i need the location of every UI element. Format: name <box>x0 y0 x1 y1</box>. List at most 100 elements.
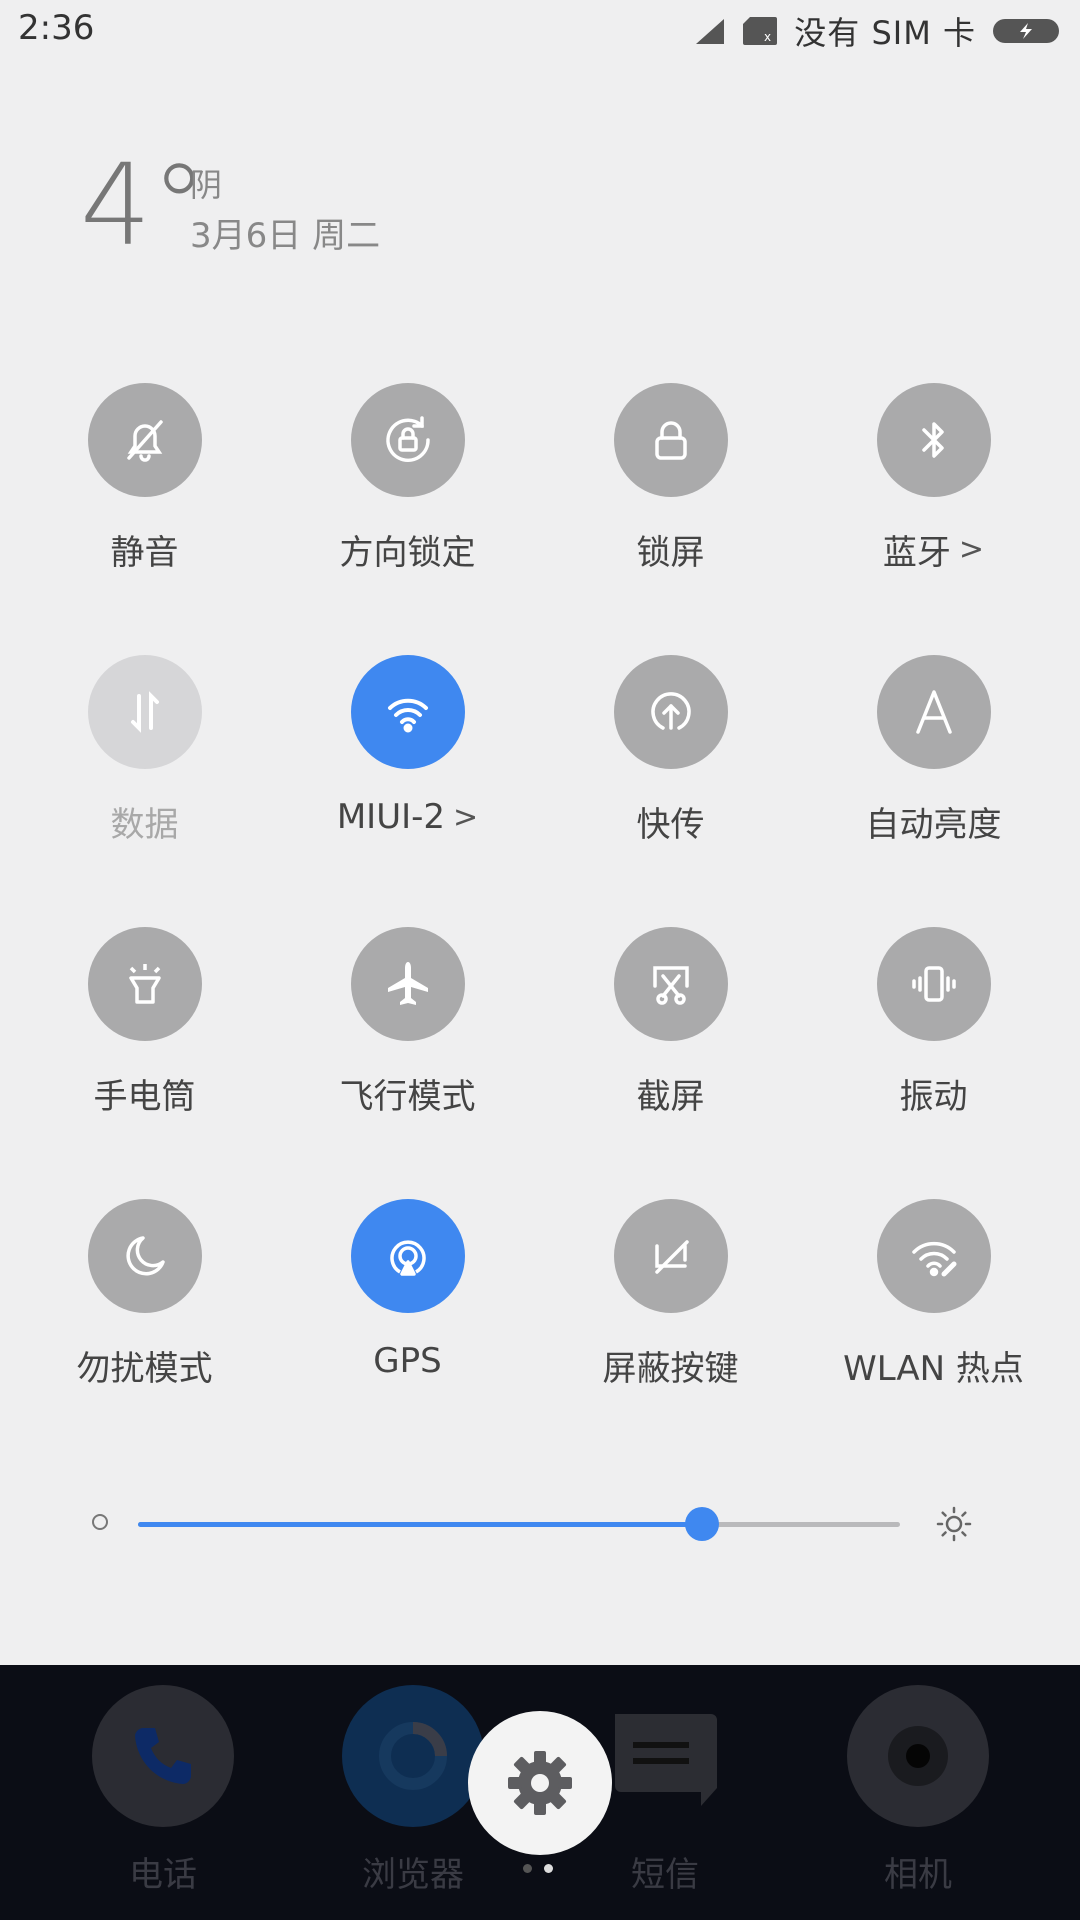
toggle-label: 手电筒 <box>93 1077 196 1117</box>
toggle-bluetooth[interactable]: 蓝牙 > <box>802 383 1065 583</box>
battery-charging-icon <box>993 19 1059 43</box>
dock-label: 浏览器 <box>362 1855 464 1895</box>
brightness-low-icon <box>92 1514 108 1530</box>
toggle-label: 自动亮度 <box>865 805 1002 845</box>
gear-icon <box>508 1751 572 1815</box>
toggle-circle[interactable] <box>350 927 465 1041</box>
dock-app-phone[interactable]: 电话 <box>88 1685 238 1896</box>
airplane-icon <box>387 962 428 1005</box>
message-icon[interactable] <box>594 1685 736 1827</box>
toggle-circle[interactable] <box>613 927 728 1041</box>
dock-app-messages[interactable]: 短信 <box>590 1685 740 1896</box>
toggle-label: 飞行模式 <box>339 1077 476 1117</box>
rotation-lock-icon <box>385 416 430 462</box>
toggle-hotspot[interactable]: WLAN 热点 <box>802 1199 1065 1399</box>
toggle-label: 蓝牙 > <box>882 532 985 573</box>
temperature: 4° <box>80 141 208 271</box>
toggle-quick-share[interactable]: 快传 <box>539 655 802 855</box>
toggle-label: 锁屏 <box>636 533 705 573</box>
chevron-right-icon: > <box>958 532 985 567</box>
toggle-circle[interactable] <box>87 383 202 497</box>
toggle-circle[interactable] <box>876 927 991 1041</box>
toggle-circle[interactable] <box>87 1199 202 1313</box>
toggle-wifi[interactable]: MIUI-2 > <box>276 655 539 855</box>
flashlight-icon <box>128 964 161 1004</box>
moon-icon <box>125 1236 165 1276</box>
toggle-label: MIUI-2 > <box>336 797 479 837</box>
toggle-gps[interactable]: GPS <box>276 1199 539 1399</box>
brightness-fill <box>138 1522 702 1527</box>
toggle-circle[interactable] <box>613 383 728 497</box>
dock-app-camera[interactable]: 相机 <box>843 1685 993 1896</box>
toggle-circle[interactable] <box>350 1199 465 1313</box>
toggle-flashlight[interactable]: 手电筒 <box>13 927 276 1127</box>
status-time: 2:36 <box>18 8 95 48</box>
page-indicator <box>523 1864 553 1873</box>
toggle-label: 屏蔽按键 <box>602 1349 739 1389</box>
toggle-label: 振动 <box>899 1077 968 1117</box>
wifi-icon <box>387 698 428 733</box>
toggle-circle[interactable] <box>87 655 202 769</box>
toggle-circle[interactable] <box>613 655 728 769</box>
carrier-text: 没有 SIM 卡 <box>794 14 976 52</box>
svg-text:x: x <box>764 30 771 44</box>
toggle-vibrate[interactable]: 振动 <box>802 927 1065 1127</box>
brightness-track[interactable] <box>138 1507 900 1541</box>
weather-date: 3月6日 周二 <box>190 216 381 256</box>
toggle-circle[interactable] <box>876 383 991 497</box>
dock-label: 相机 <box>884 1855 952 1895</box>
share-upload-icon <box>650 692 691 730</box>
lock-icon <box>654 421 687 460</box>
brightness-slider[interactable] <box>92 1504 972 1544</box>
status-bar: 2:36 x 没有 SIM 卡 <box>0 0 1080 62</box>
page-dot <box>523 1864 532 1873</box>
toggle-circle[interactable] <box>876 1199 991 1313</box>
brightness-high-icon <box>936 1506 972 1542</box>
toggle-circle[interactable] <box>87 927 202 1041</box>
brightness-thumb[interactable] <box>684 1507 719 1541</box>
screenshot-icon <box>652 966 689 1005</box>
toggle-auto-brightness[interactable]: 自动亮度 <box>802 655 1065 855</box>
gps-icon <box>389 1240 426 1276</box>
toggle-silent[interactable]: 静音 <box>13 383 276 583</box>
dock-label: 电话 <box>129 1855 197 1895</box>
signal-icon <box>696 19 725 44</box>
toggle-block-keys[interactable]: 屏蔽按键 <box>539 1199 802 1399</box>
browser-icon[interactable] <box>342 1685 484 1827</box>
toggle-screenshot[interactable]: 截屏 <box>539 927 802 1127</box>
camera-icon[interactable] <box>847 1685 989 1827</box>
page-dot-active <box>544 1864 553 1873</box>
toggle-circle[interactable] <box>613 1199 728 1313</box>
toggle-label: GPS <box>373 1341 442 1381</box>
settings-button[interactable] <box>468 1711 612 1855</box>
vibrate-icon <box>911 966 956 1002</box>
toggle-label: 方向锁定 <box>339 533 476 573</box>
toggle-mobile-data[interactable]: 数据 <box>13 655 276 855</box>
dock-label: 短信 <box>631 1855 699 1895</box>
sim-missing-icon: x <box>743 17 778 45</box>
toggle-rotation-lock[interactable]: 方向锁定 <box>276 383 539 583</box>
block-keys-icon <box>654 1240 689 1274</box>
toggle-label: 数据 <box>110 805 179 845</box>
toggle-label: 截屏 <box>636 1077 705 1117</box>
mobile-data-icon <box>130 691 159 733</box>
toggle-label: 快传 <box>636 805 705 845</box>
chevron-right-icon: > <box>453 799 479 835</box>
toggle-circle[interactable] <box>350 655 465 769</box>
toggle-label: WLAN 热点 <box>843 1349 1024 1389</box>
toggle-circle[interactable] <box>350 383 465 497</box>
toggle-lock-screen[interactable]: 锁屏 <box>539 383 802 583</box>
bluetooth-icon <box>921 422 944 458</box>
toggle-label: 静音 <box>110 533 179 573</box>
dock-app-browser[interactable]: 浏览器 <box>338 1685 488 1896</box>
hotspot-icon <box>911 1241 956 1277</box>
toggle-label: 勿扰模式 <box>76 1349 213 1389</box>
bell-off-icon <box>126 420 163 462</box>
phone-icon[interactable] <box>92 1685 234 1827</box>
weather-condition: 阴 <box>190 166 223 204</box>
toggle-circle[interactable] <box>876 655 991 769</box>
toggle-do-not-disturb[interactable]: 勿扰模式 <box>13 1199 276 1399</box>
auto-brightness-icon <box>915 690 952 734</box>
toggle-airplane[interactable]: 飞行模式 <box>276 927 539 1127</box>
status-right: x 没有 SIM 卡 <box>694 10 1062 52</box>
